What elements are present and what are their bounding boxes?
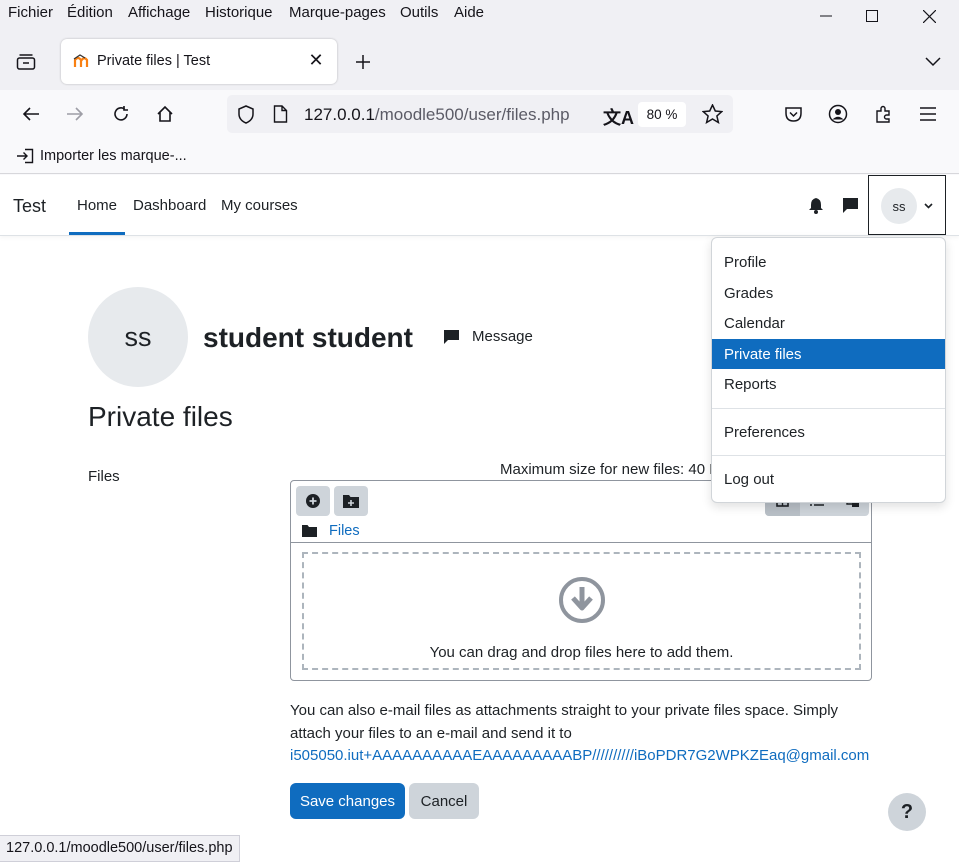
max-size-text: Maximum size for new files: 40 MB <box>500 461 732 478</box>
files-field-label: Files <box>88 468 120 485</box>
profile-avatar: ss <box>88 287 188 387</box>
site-brand[interactable]: Test <box>13 196 46 217</box>
user-dropdown-menu: Profile Grades Calendar Private files Re… <box>711 237 946 503</box>
save-changes-button[interactable]: Save changes <box>290 783 405 819</box>
tab-title: Private files | Test <box>97 53 211 69</box>
menu-item-preferences[interactable]: Preferences <box>712 417 945 447</box>
create-folder-icon <box>343 495 359 508</box>
menu-item-logout[interactable]: Log out <box>712 464 945 494</box>
message-label: Message <box>472 328 533 345</box>
import-icon <box>17 148 34 164</box>
menu-item-profile[interactable]: Profile <box>712 247 945 277</box>
message-button[interactable]: Message <box>443 328 533 345</box>
add-file-icon <box>306 494 320 508</box>
pocket-icon[interactable] <box>777 98 809 130</box>
nav-home[interactable]: Home <box>77 197 117 214</box>
import-bookmarks-label: Importer les marque-... <box>40 148 187 164</box>
tab-overview-icon[interactable] <box>10 46 42 78</box>
import-bookmarks-button[interactable]: Importer les marque-... <box>16 148 187 164</box>
account-icon[interactable] <box>822 98 854 130</box>
help-button[interactable]: ? <box>888 793 926 831</box>
home-icon[interactable] <box>149 98 181 130</box>
menu-divider <box>712 408 945 409</box>
user-fullname: student student <box>203 322 413 353</box>
email-instructions: You can also e-mail files as attachments… <box>290 700 870 768</box>
email-address-link[interactable]: i505050.iut+AAAAAAAAAAEAAAAAAAAABP//////… <box>290 747 869 764</box>
page-icon[interactable] <box>273 105 288 123</box>
app-menu-icon[interactable] <box>912 98 944 130</box>
menu-item-private-files[interactable]: Private files <box>712 339 945 369</box>
translate-icon[interactable]: 文A <box>603 104 634 130</box>
breadcrumb-files-link[interactable]: Files <box>329 523 360 539</box>
nav-dashboard[interactable]: Dashboard <box>133 197 206 214</box>
breadcrumb: Files <box>302 523 360 539</box>
menu-aide[interactable]: Aide <box>454 4 484 21</box>
chevron-down-icon <box>924 203 933 209</box>
download-arrow-icon <box>559 577 605 623</box>
menu-item-grades[interactable]: Grades <box>712 278 945 308</box>
file-manager: Files You can drag and drop files here t… <box>290 480 872 681</box>
create-folder-button[interactable] <box>334 486 368 516</box>
menu-historique[interactable]: Historique <box>205 4 273 21</box>
forward-icon[interactable] <box>59 98 91 130</box>
user-menu-toggle[interactable]: ss <box>868 175 946 235</box>
divider <box>291 542 871 543</box>
bookmark-star-icon[interactable] <box>702 104 723 124</box>
menu-fichier[interactable]: Fichier <box>8 4 53 21</box>
tab-strip: Private files | Test ✕ <box>0 28 959 90</box>
menu-marque-pages[interactable]: Marque-pages <box>289 4 386 21</box>
messages-icon[interactable] <box>842 197 859 214</box>
menu-divider <box>712 455 945 456</box>
shield-icon[interactable] <box>237 105 255 124</box>
active-nav-indicator <box>69 232 125 235</box>
menu-item-calendar[interactable]: Calendar <box>712 308 945 338</box>
new-tab-icon[interactable] <box>347 46 379 78</box>
menu-affichage[interactable]: Affichage <box>128 4 190 21</box>
url-bar[interactable]: 127.0.0.1/moodle500/user/files.php 文A 80… <box>227 95 733 133</box>
extensions-icon[interactable] <box>867 98 899 130</box>
menu-item-reports[interactable]: Reports <box>712 369 945 399</box>
add-file-button[interactable] <box>296 486 330 516</box>
menu-edition[interactable]: Édition <box>67 4 113 21</box>
nav-my-courses[interactable]: My courses <box>221 197 298 214</box>
menu-bar: Fichier Édition Affichage Historique Mar… <box>0 0 959 28</box>
page-title: Private files <box>88 401 233 432</box>
close-tab-icon[interactable]: ✕ <box>307 50 325 70</box>
drop-hint: You can drag and drop files here to add … <box>429 644 734 661</box>
url-text[interactable]: 127.0.0.1/moodle500/user/files.php <box>304 105 570 125</box>
list-all-tabs-icon[interactable] <box>917 46 949 78</box>
zoom-level[interactable]: 80 % <box>638 102 686 127</box>
moodle-favicon-icon <box>73 54 89 67</box>
status-bar-url: 127.0.0.1/moodle500/user/files.php <box>0 835 240 862</box>
reload-icon[interactable] <box>105 98 137 130</box>
email-note-text: You can also e-mail files as attachments… <box>290 702 839 742</box>
site-navbar: Test Home Dashboard My courses ss <box>0 175 959 236</box>
bookmarks-toolbar: Importer les marque-... <box>0 140 959 174</box>
avatar: ss <box>881 188 917 224</box>
drop-zone[interactable]: You can drag and drop files here to add … <box>302 552 861 670</box>
message-icon <box>444 329 459 344</box>
notifications-bell-icon[interactable] <box>808 197 824 214</box>
folder-icon <box>302 525 317 537</box>
web-page: Test Home Dashboard My courses ss ss stu… <box>0 175 959 837</box>
cancel-button[interactable]: Cancel <box>409 783 479 819</box>
back-icon[interactable] <box>15 98 47 130</box>
menu-outils[interactable]: Outils <box>400 4 438 21</box>
navigation-toolbar: 127.0.0.1/moodle500/user/files.php 文A 80… <box>0 90 959 140</box>
tab-private-files[interactable]: Private files | Test ✕ <box>61 39 337 84</box>
